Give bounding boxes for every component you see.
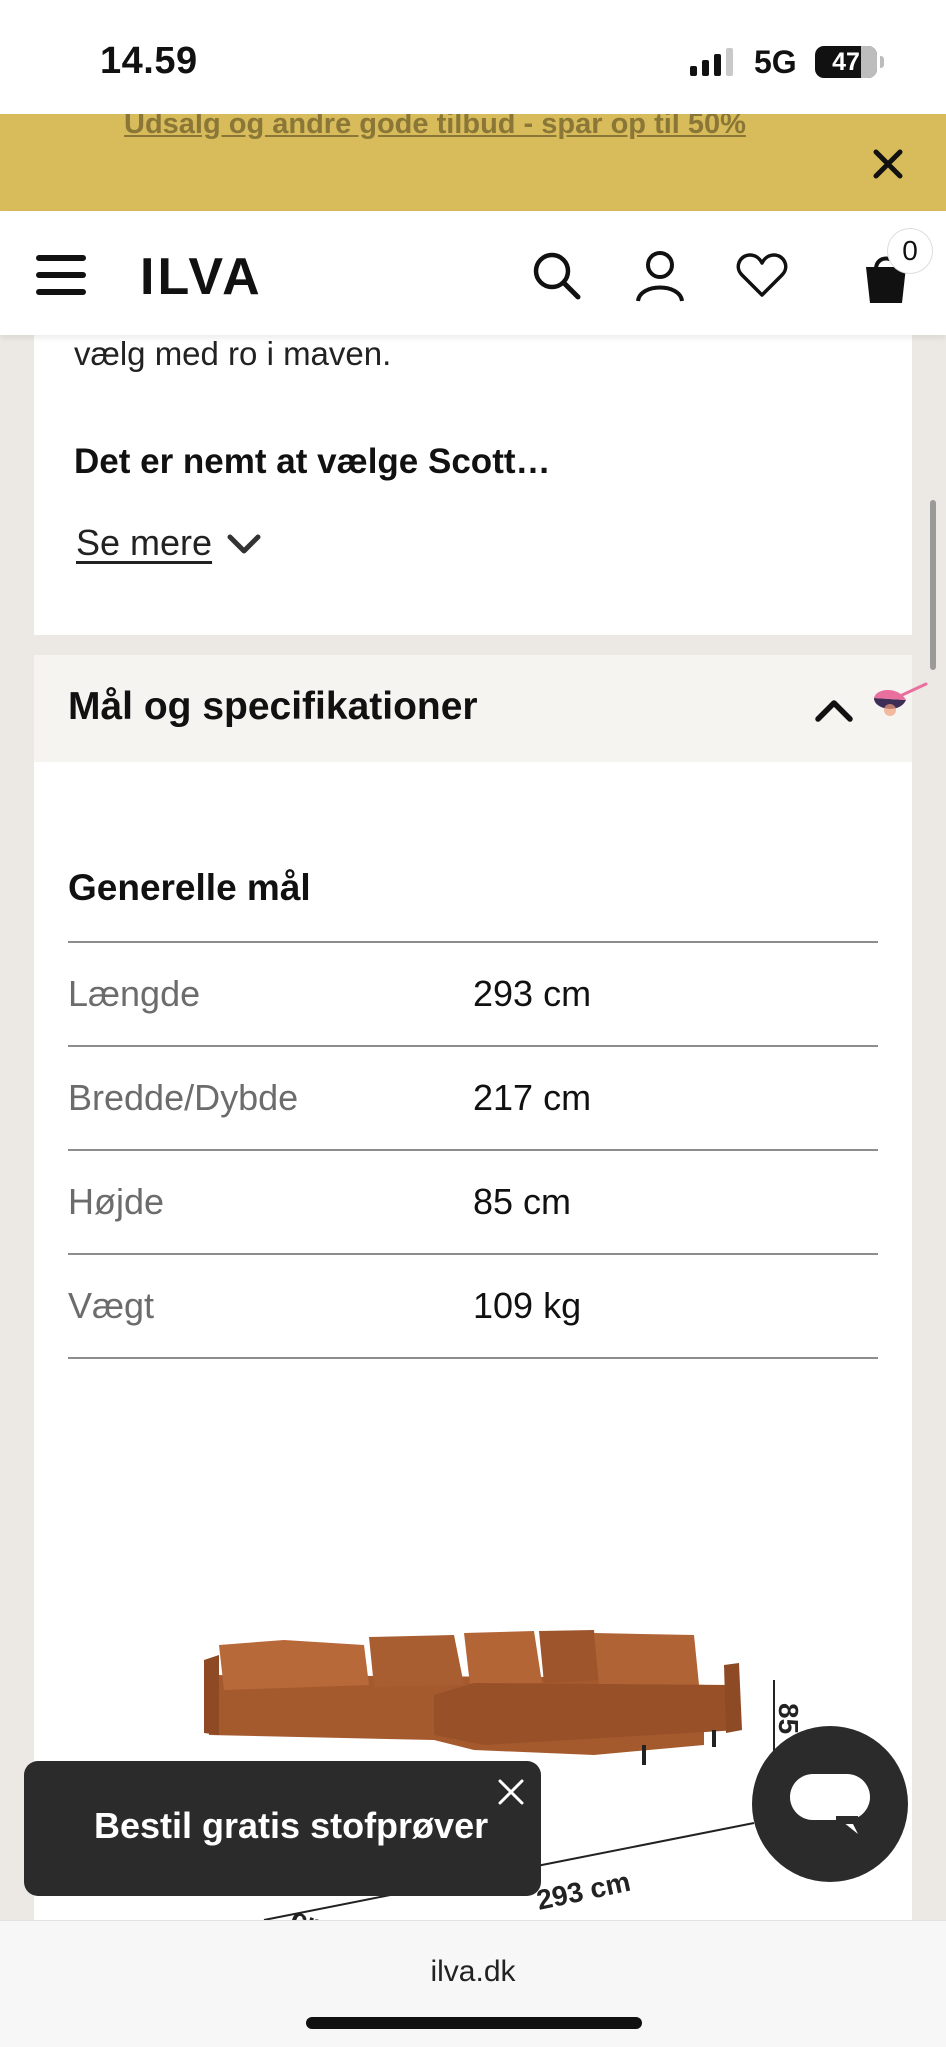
menu-icon[interactable] xyxy=(36,255,86,295)
promo-link[interactable]: Udsalg og andre gode tilbud - spar op ti… xyxy=(124,114,746,141)
status-bar: 14.59 5G 47 xyxy=(0,0,946,114)
chat-button[interactable] xyxy=(752,1726,908,1882)
fabric-samples-toast[interactable]: Bestil gratis stofprøver xyxy=(24,1761,541,1896)
scrollbar[interactable] xyxy=(930,500,936,670)
description-card: vælg med ro i maven. Det er nemt at vælg… xyxy=(34,335,912,635)
browser-url-bar[interactable]: ilva.dk xyxy=(0,1920,946,2047)
home-indicator[interactable] xyxy=(306,2017,642,2029)
description-heading: Det er nemt at vælge Scott… xyxy=(74,442,551,481)
heart-icon[interactable] xyxy=(734,247,790,303)
description-text: vælg med ro i maven. xyxy=(74,335,392,372)
battery-icon: 47 xyxy=(815,46,877,78)
dim-length-label: 293 cm xyxy=(534,1866,633,1916)
search-icon[interactable] xyxy=(528,247,584,303)
chat-bubble-icon xyxy=(790,1774,870,1834)
close-icon[interactable] xyxy=(494,1775,528,1809)
battery-level: 47 xyxy=(832,48,860,76)
logo[interactable]: ILVA xyxy=(140,247,263,307)
site-header: ILVA 0 xyxy=(0,211,946,335)
toast-text[interactable]: Bestil gratis stofprøver xyxy=(94,1805,488,1847)
account-icon[interactable] xyxy=(632,247,688,303)
cart-count-badge: 0 xyxy=(888,229,932,273)
chevron-down-icon[interactable] xyxy=(224,531,264,561)
close-icon[interactable] xyxy=(868,144,908,184)
sofa-image xyxy=(204,1630,742,1765)
signal-icon xyxy=(690,48,733,76)
url-text[interactable]: ilva.dk xyxy=(0,1955,946,1989)
promo-banner: Udsalg og andre gode tilbud - spar op ti… xyxy=(0,114,946,211)
network-type: 5G xyxy=(754,44,797,80)
see-more-link[interactable]: Se mere xyxy=(76,522,212,564)
hummingbird-badge-icon[interactable] xyxy=(870,676,928,724)
status-time: 14.59 xyxy=(100,40,198,82)
